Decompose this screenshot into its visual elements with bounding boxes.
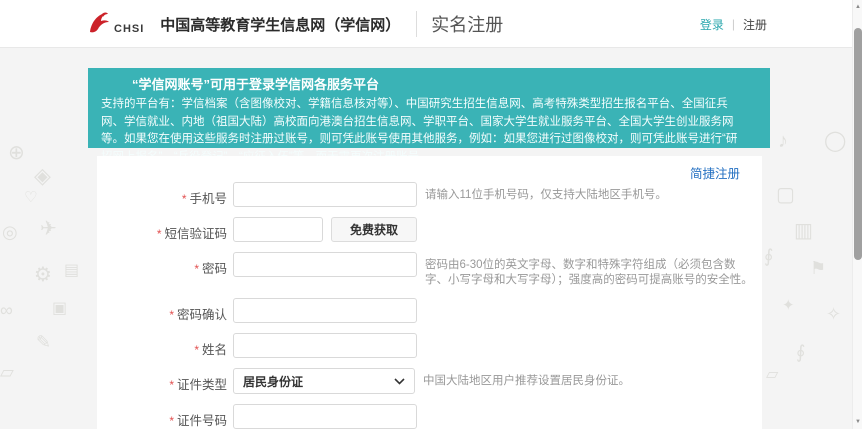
- chsi-bird-icon: [88, 11, 112, 37]
- password-confirm-label: 密码确认: [177, 308, 227, 322]
- id-type-hint: 中国大陆地区用户推荐设置居民身份证。: [423, 368, 755, 389]
- id-number-label: 证件号码: [177, 414, 227, 428]
- planet-icon: ⊕: [8, 140, 25, 165]
- paperclip-icon: ∮: [764, 246, 773, 267]
- form-row-sms-code: *短信验证码 免费获取: [97, 217, 762, 242]
- id-type-selected-value: 居民身份证: [243, 373, 303, 390]
- quick-register-link[interactable]: 简捷注册: [690, 163, 740, 182]
- login-link[interactable]: 登录: [700, 16, 724, 33]
- get-sms-code-button[interactable]: 免费获取: [331, 217, 417, 242]
- book-icon: ▥: [794, 218, 813, 243]
- paperclip-2-icon: ∮: [796, 342, 805, 363]
- required-asterisk: *: [169, 414, 174, 428]
- name-input[interactable]: [233, 333, 417, 358]
- header-divider: [416, 11, 417, 37]
- banner-title: “学信网账号”可用于登录学信网各服务平台: [101, 76, 746, 93]
- card-icon: ▱: [0, 362, 14, 383]
- required-asterisk: *: [182, 192, 187, 206]
- bus-icon: ▢: [776, 182, 795, 207]
- vertical-scrollbar[interactable]: ▲ ▼: [852, 0, 862, 429]
- site-title: 中国高等教育学生信息网（学信网）: [160, 14, 400, 35]
- required-asterisk: *: [157, 227, 162, 241]
- form-row-name: *姓名: [97, 333, 762, 358]
- id-type-label: 证件类型: [177, 378, 227, 392]
- page-title: 实名注册: [431, 11, 503, 37]
- required-asterisk: *: [194, 262, 199, 276]
- notebook-icon: ▤: [64, 260, 79, 280]
- register-link[interactable]: 注册: [743, 16, 767, 33]
- phone-input[interactable]: [233, 182, 417, 207]
- sparkles-icon: ✦: [782, 296, 795, 314]
- glasses-icon: ∞: [0, 300, 13, 321]
- name-label: 姓名: [202, 343, 227, 357]
- telescope-icon: ✧: [826, 304, 841, 325]
- id-number-input[interactable]: [233, 404, 417, 429]
- graduation-cap-icon: ◈: [34, 163, 51, 189]
- account-info-banner: “学信网账号”可用于登录学信网各服务平台 支持的平台有：学信档案（含图像校对、学…: [88, 68, 770, 148]
- form-row-password-confirm: *密码确认: [97, 298, 762, 323]
- chsi-logo-text: CHSI: [114, 23, 144, 35]
- sms-code-input[interactable]: [233, 217, 323, 242]
- links-separator: |: [732, 17, 735, 31]
- registration-form: *手机号 请输入11位手机号码，仅支持大陆地区手机号。 *短信验证码 免费获取 …: [97, 156, 762, 429]
- chsi-logo[interactable]: CHSI: [88, 11, 144, 37]
- header: CHSI 中国高等教育学生信息网（学信网） 实名注册 登录 | 注册: [0, 0, 852, 48]
- scrollbar-thumb[interactable]: [854, 28, 862, 260]
- password-hint: 密码由6-30位的英文字母、数字和特殊字符组成（必须包含数字、小写字母和大写字母…: [425, 252, 757, 288]
- scroll-down-arrow-icon[interactable]: ▼: [853, 419, 862, 425]
- sms-code-label: 短信验证码: [164, 227, 227, 241]
- password-label: 密码: [202, 262, 227, 276]
- password-confirm-input[interactable]: [233, 298, 417, 323]
- form-row-id-number: *证件号码: [97, 404, 762, 429]
- form-row-phone: *手机号 请输入11位手机号码，仅支持大陆地区手机号。: [97, 182, 762, 207]
- signpost-icon: ⚑: [810, 258, 826, 279]
- chevron-down-icon: [394, 372, 405, 390]
- rocket-icon: ✈: [40, 216, 57, 241]
- scroll-up-arrow-icon[interactable]: ▲: [853, 4, 862, 10]
- compass-icon: ◎: [2, 222, 18, 243]
- required-asterisk: *: [169, 378, 174, 392]
- id-type-select[interactable]: 居民身份证: [233, 368, 415, 394]
- form-row-id-type: *证件类型 居民身份证 中国大陆地区用户推荐设置居民身份证。: [97, 368, 762, 394]
- phone-hint: 请输入11位手机号码，仅支持大陆地区手机号。: [425, 182, 757, 203]
- form-row-password: *密码 密码由6-30位的英文字母、数字和特殊字符组成（必须包含数字、小写字母和…: [97, 252, 762, 288]
- password-input[interactable]: [233, 252, 417, 277]
- pencil-icon: ✎: [36, 332, 51, 353]
- heart-icon: ♡: [24, 188, 37, 206]
- required-asterisk: *: [194, 343, 199, 357]
- stethoscope-icon: ♪: [778, 130, 788, 153]
- globe-icon: ◯: [824, 128, 846, 153]
- registration-card: 简捷注册 *手机号 请输入11位手机号码，仅支持大陆地区手机号。 *短信验证码 …: [97, 156, 762, 429]
- required-asterisk: *: [169, 308, 174, 322]
- gear-icon: ⚙: [34, 262, 52, 287]
- ticket-icon: ▱: [766, 364, 778, 384]
- camera-icon: ▣: [52, 298, 67, 318]
- phone-label: 手机号: [189, 192, 227, 206]
